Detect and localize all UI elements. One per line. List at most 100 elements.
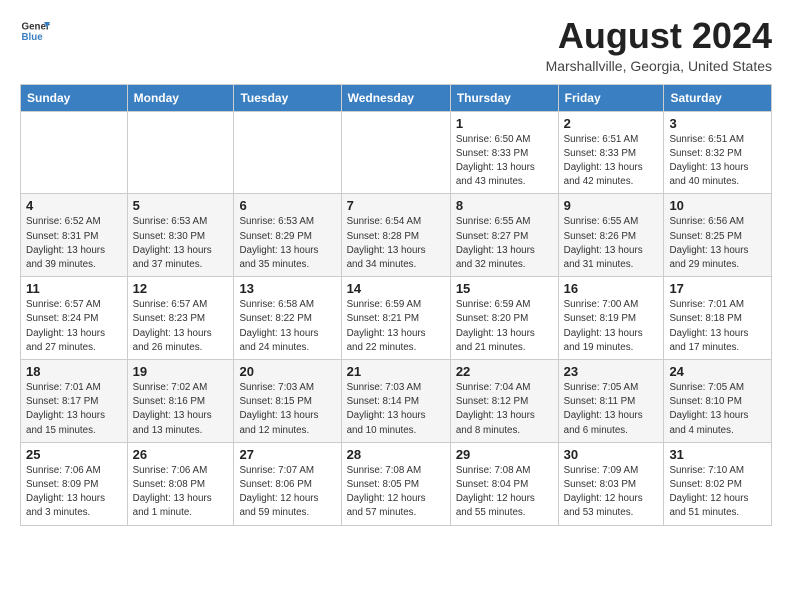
calendar-cell: 24Sunrise: 7:05 AM Sunset: 8:10 PM Dayli… [664, 360, 772, 443]
calendar-week-1: 1 Sunrise: 6:50 AM Sunset: 8:33 PM Daylig… [21, 111, 772, 194]
calendar-cell: 5Sunrise: 6:53 AM Sunset: 8:30 PM Daylig… [127, 194, 234, 277]
calendar-header-row: Sunday Monday Tuesday Wednesday Thursday… [21, 84, 772, 111]
calendar-cell: 25 Sunrise: 7:06 AM Sunset: 8:09 PM Dayli… [21, 442, 128, 525]
day-number: 11 [26, 281, 122, 296]
header-sunday: Sunday [21, 84, 128, 111]
calendar-cell: 9 Sunrise: 6:55 AM Sunset: 8:26 PM Daylig… [558, 194, 664, 277]
month-year: August 2024 [546, 16, 772, 56]
day-number: 15 [456, 281, 553, 296]
calendar-cell: 31 Sunrise: 7:10 AM Sunset: 8:02 PM Dayli… [664, 442, 772, 525]
calendar-cell: 2 Sunrise: 6:51 AM Sunset: 8:33 PM Daylig… [558, 111, 664, 194]
day-info: Sunrise: 7:08 AM Sunset: 8:05 PM Dayligh… [347, 464, 445, 521]
day-info: Sunrise: 7:03 AM Sunset: 8:15 PM Dayligh… [239, 381, 335, 438]
day-number: 24 [669, 364, 766, 379]
day-info: Sunrise: 6:54 AM Sunset: 8:28 PM Dayligh… [347, 215, 445, 272]
header-wednesday: Wednesday [341, 84, 450, 111]
day-info: Sunrise: 6:55 AM Sunset: 8:26 PM Dayligh… [564, 215, 659, 272]
day-info: Sunrise: 6:55 AM Sunset: 8:27 PM Dayligh… [456, 215, 553, 272]
day-info: Sunrise: 6:59 AM Sunset: 8:21 PM Dayligh… [347, 298, 445, 355]
calendar-cell: 13 Sunrise: 6:58 AM Sunset: 8:22 PM Dayli… [234, 277, 341, 360]
calendar-cell: 27Sunrise: 7:07 AM Sunset: 8:06 PM Dayli… [234, 442, 341, 525]
day-number: 31 [669, 447, 766, 462]
day-number: 28 [347, 447, 445, 462]
calendar-cell: 10 Sunrise: 6:56 AM Sunset: 8:25 PM Dayli… [664, 194, 772, 277]
calendar-cell [127, 111, 234, 194]
day-info: Sunrise: 7:03 AM Sunset: 8:14 PM Dayligh… [347, 381, 445, 438]
day-info: Sunrise: 6:57 AM Sunset: 8:23 PM Dayligh… [133, 298, 229, 355]
day-number: 7 [347, 198, 445, 213]
page-header: General Blue August 2024 Marshallville, … [20, 16, 772, 74]
header-saturday: Saturday [664, 84, 772, 111]
calendar-week-5: 25 Sunrise: 7:06 AM Sunset: 8:09 PM Dayli… [21, 442, 772, 525]
day-info: Sunrise: 6:50 AM Sunset: 8:33 PM Dayligh… [456, 133, 553, 190]
calendar-cell: 6 Sunrise: 6:53 AM Sunset: 8:29 PM Daylig… [234, 194, 341, 277]
calendar-cell: 23 Sunrise: 7:05 AM Sunset: 8:11 PM Dayli… [558, 360, 664, 443]
day-number: 19 [133, 364, 229, 379]
day-info: Sunrise: 7:08 AM Sunset: 8:04 PM Dayligh… [456, 464, 553, 521]
calendar-cell: 16 Sunrise: 7:00 AM Sunset: 8:19 PM Dayli… [558, 277, 664, 360]
day-number: 29 [456, 447, 553, 462]
day-info: Sunrise: 6:58 AM Sunset: 8:22 PM Dayligh… [239, 298, 335, 355]
calendar-cell: 14 Sunrise: 6:59 AM Sunset: 8:21 PM Dayli… [341, 277, 450, 360]
calendar-cell: 7 Sunrise: 6:54 AM Sunset: 8:28 PM Daylig… [341, 194, 450, 277]
day-number: 14 [347, 281, 445, 296]
day-number: 5 [133, 198, 229, 213]
calendar-week-4: 18 Sunrise: 7:01 AM Sunset: 8:17 PM Dayli… [21, 360, 772, 443]
day-info: Sunrise: 6:56 AM Sunset: 8:25 PM Dayligh… [669, 215, 766, 272]
day-info: Sunrise: 7:06 AM Sunset: 8:08 PM Dayligh… [133, 464, 229, 521]
calendar-cell: 20Sunrise: 7:03 AM Sunset: 8:15 PM Dayli… [234, 360, 341, 443]
day-number: 1 [456, 116, 553, 131]
day-number: 23 [564, 364, 659, 379]
calendar-cell: 26 Sunrise: 7:06 AM Sunset: 8:08 PM Dayli… [127, 442, 234, 525]
day-info: Sunrise: 6:51 AM Sunset: 8:33 PM Dayligh… [564, 133, 659, 190]
calendar-week-3: 11 Sunrise: 6:57 AM Sunset: 8:24 PM Dayli… [21, 277, 772, 360]
day-number: 9 [564, 198, 659, 213]
day-number: 12 [133, 281, 229, 296]
calendar-cell: 12 Sunrise: 6:57 AM Sunset: 8:23 PM Dayli… [127, 277, 234, 360]
calendar-cell: 17Sunrise: 7:01 AM Sunset: 8:18 PM Dayli… [664, 277, 772, 360]
title-block: August 2024 Marshallville, Georgia, Unit… [546, 16, 772, 74]
logo: General Blue [20, 16, 50, 46]
calendar-table: Sunday Monday Tuesday Wednesday Thursday… [20, 84, 772, 526]
calendar-cell: 15 Sunrise: 6:59 AM Sunset: 8:20 PM Dayli… [450, 277, 558, 360]
calendar-cell [341, 111, 450, 194]
calendar-week-2: 4 Sunrise: 6:52 AM Sunset: 8:31 PM Daylig… [21, 194, 772, 277]
day-info: Sunrise: 6:52 AM Sunset: 8:31 PM Dayligh… [26, 215, 122, 272]
day-info: Sunrise: 7:01 AM Sunset: 8:18 PM Dayligh… [669, 298, 766, 355]
day-info: Sunrise: 7:06 AM Sunset: 8:09 PM Dayligh… [26, 464, 122, 521]
day-number: 3 [669, 116, 766, 131]
calendar-cell: 11 Sunrise: 6:57 AM Sunset: 8:24 PM Dayli… [21, 277, 128, 360]
day-info: Sunrise: 7:10 AM Sunset: 8:02 PM Dayligh… [669, 464, 766, 521]
day-number: 10 [669, 198, 766, 213]
calendar-cell: 3Sunrise: 6:51 AM Sunset: 8:32 PM Daylig… [664, 111, 772, 194]
day-number: 30 [564, 447, 659, 462]
day-info: Sunrise: 7:09 AM Sunset: 8:03 PM Dayligh… [564, 464, 659, 521]
day-info: Sunrise: 7:05 AM Sunset: 8:11 PM Dayligh… [564, 381, 659, 438]
day-number: 6 [239, 198, 335, 213]
day-number: 18 [26, 364, 122, 379]
location: Marshallville, Georgia, United States [546, 58, 772, 74]
day-info: Sunrise: 6:53 AM Sunset: 8:29 PM Dayligh… [239, 215, 335, 272]
day-info: Sunrise: 7:00 AM Sunset: 8:19 PM Dayligh… [564, 298, 659, 355]
day-number: 2 [564, 116, 659, 131]
calendar-cell: 1 Sunrise: 6:50 AM Sunset: 8:33 PM Daylig… [450, 111, 558, 194]
calendar-cell: 29 Sunrise: 7:08 AM Sunset: 8:04 PM Dayli… [450, 442, 558, 525]
calendar-cell [234, 111, 341, 194]
day-number: 8 [456, 198, 553, 213]
day-number: 27 [239, 447, 335, 462]
day-number: 16 [564, 281, 659, 296]
day-number: 4 [26, 198, 122, 213]
calendar-cell: 4 Sunrise: 6:52 AM Sunset: 8:31 PM Daylig… [21, 194, 128, 277]
day-info: Sunrise: 7:02 AM Sunset: 8:16 PM Dayligh… [133, 381, 229, 438]
day-info: Sunrise: 7:04 AM Sunset: 8:12 PM Dayligh… [456, 381, 553, 438]
day-info: Sunrise: 7:01 AM Sunset: 8:17 PM Dayligh… [26, 381, 122, 438]
calendar-cell: 8 Sunrise: 6:55 AM Sunset: 8:27 PM Daylig… [450, 194, 558, 277]
day-number: 26 [133, 447, 229, 462]
day-info: Sunrise: 6:57 AM Sunset: 8:24 PM Dayligh… [26, 298, 122, 355]
header-thursday: Thursday [450, 84, 558, 111]
day-number: 13 [239, 281, 335, 296]
day-info: Sunrise: 6:59 AM Sunset: 8:20 PM Dayligh… [456, 298, 553, 355]
day-number: 22 [456, 364, 553, 379]
calendar-cell [21, 111, 128, 194]
day-number: 25 [26, 447, 122, 462]
